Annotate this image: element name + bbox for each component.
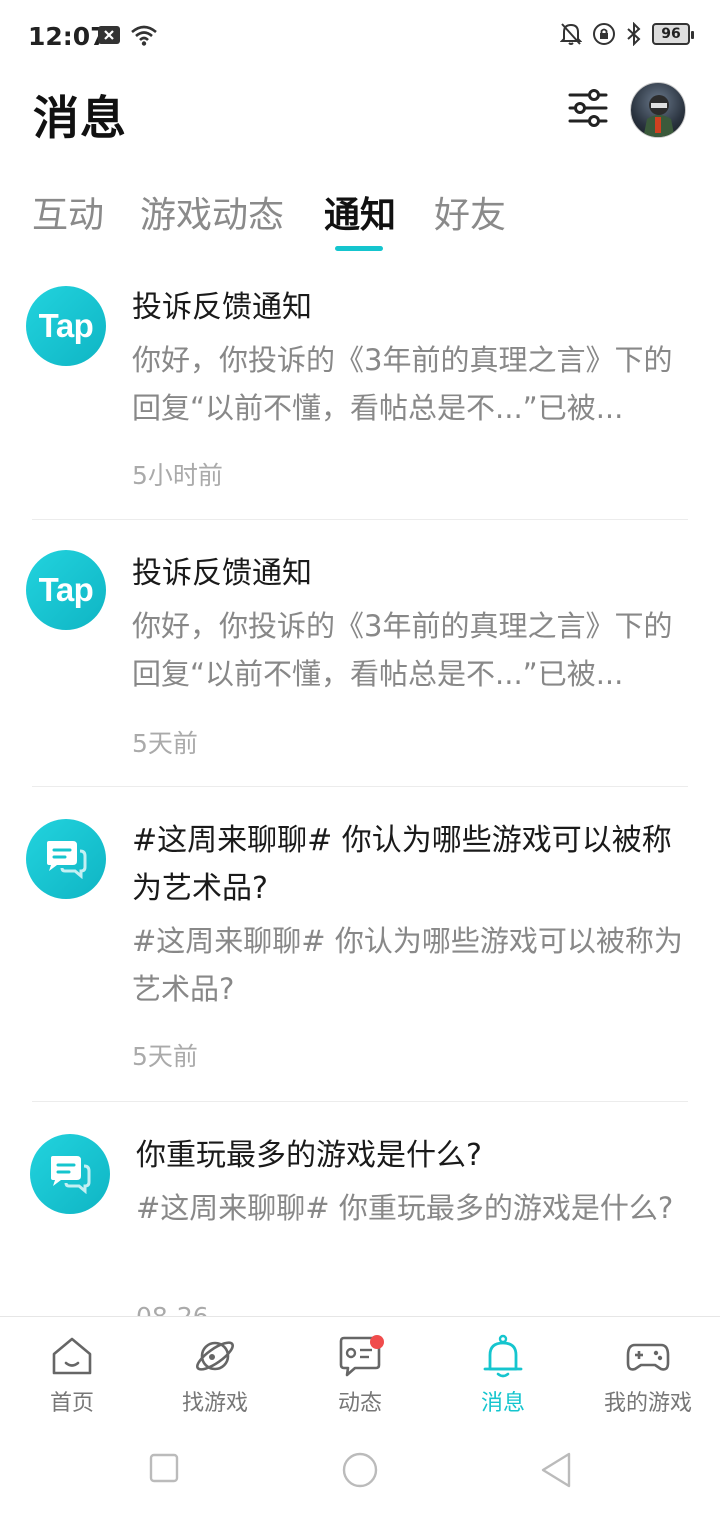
notification-x-icon <box>98 26 120 44</box>
notification-title: 投诉反馈通知 <box>132 290 312 325</box>
list-item[interactable]: Tap 投诉反馈通知 你好，你投诉的《3年前的真理之言》下的回复“以前不懂，看帖… <box>0 520 720 786</box>
notification-time: 08-26 <box>136 1302 209 1316</box>
notification-time: 5小时前 <box>132 461 223 490</box>
gamepad-icon <box>626 1343 670 1371</box>
list-item[interactable]: Tap 投诉反馈通知 你好，你投诉的《3年前的真理之言》下的回复“以前不懂，看帖… <box>0 266 720 520</box>
notification-time: 5天前 <box>132 729 198 758</box>
list-item[interactable]: #这周来聊聊# 你认为哪些游戏可以被称为艺术品? #这周来聊聊# 你认为哪些游戏… <box>0 787 720 1101</box>
rotation-lock-icon <box>593 23 615 45</box>
tab-bar: 互动 游戏动态 通知 好友 <box>0 182 720 262</box>
bottom-nav: 首页 找游戏 动态 消息 我的游戏 <box>0 1316 720 1420</box>
nav-feed[interactable]: 动态 <box>300 1333 420 1417</box>
notification-body: 你好，你投诉的《3年前的真理之言》下的回复“以前不懂，看帖总是不...”已被..… <box>132 609 673 691</box>
home-button[interactable] <box>340 1450 380 1490</box>
planet-icon <box>196 1341 234 1371</box>
notification-body: #这周来聊聊# 你认为哪些游戏可以被称为艺术品? <box>132 924 683 1006</box>
tab-active-indicator <box>335 246 383 251</box>
avatar[interactable] <box>630 82 686 138</box>
notification-title: 你重玩最多的游戏是什么? <box>136 1138 482 1173</box>
bell-muted-icon <box>560 23 582 45</box>
chat-bubble-icon <box>30 1134 110 1214</box>
wifi-icon <box>131 25 157 46</box>
tap-logo-icon: Tap <box>26 550 106 630</box>
notification-title: 投诉反馈通知 <box>132 556 312 591</box>
settings-sliders-icon[interactable] <box>566 86 610 130</box>
back-button[interactable] <box>538 1450 574 1490</box>
avatar-image <box>643 95 675 137</box>
page-title: 消息 <box>33 91 127 145</box>
tab-game-updates[interactable]: 游戏动态 <box>140 186 284 238</box>
nav-my-games[interactable]: 我的游戏 <box>588 1333 708 1417</box>
tab-interaction[interactable]: 互动 <box>32 186 104 238</box>
notification-title: #这周来聊聊# 你认为哪些游戏可以被称为艺术品? <box>132 823 672 906</box>
list-item[interactable]: 你重玩最多的游戏是什么? #这周来聊聊# 你重玩最多的游戏是什么? 08-26 <box>0 1102 720 1316</box>
status-bar: 12:07 96 <box>0 0 720 72</box>
chat-bubble-icon <box>26 819 106 899</box>
notification-body: 你好，你投诉的《3年前的真理之言》下的回复“以前不懂，看帖总是不...”已被..… <box>132 343 673 425</box>
system-nav-bar <box>0 1420 720 1520</box>
status-time: 12:07 <box>28 22 108 51</box>
notification-body: #这周来聊聊# 你重玩最多的游戏是什么? <box>136 1191 674 1225</box>
nav-home[interactable]: 首页 <box>12 1333 132 1417</box>
bluetooth-icon <box>627 22 641 46</box>
unread-badge <box>370 1335 384 1349</box>
battery-indicator: 96 <box>652 23 694 45</box>
tab-notifications[interactable]: 通知 <box>324 186 396 238</box>
home-icon <box>52 1337 92 1375</box>
notification-time: 5天前 <box>132 1042 198 1071</box>
nav-messages[interactable]: 消息 <box>443 1333 563 1417</box>
notification-list: Tap 投诉反馈通知 你好，你投诉的《3年前的真理之言》下的回复“以前不懂，看帖… <box>0 266 720 1316</box>
tap-logo-icon: Tap <box>26 286 106 366</box>
nav-find-games[interactable]: 找游戏 <box>155 1333 275 1417</box>
bell-icon <box>483 1334 523 1378</box>
recent-apps-button[interactable] <box>148 1452 180 1484</box>
tab-friends[interactable]: 好友 <box>434 186 506 238</box>
